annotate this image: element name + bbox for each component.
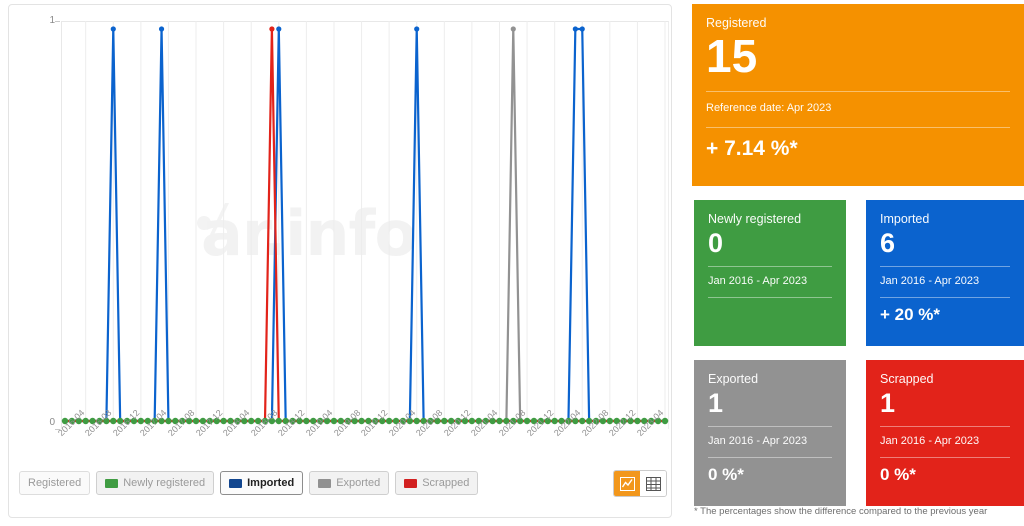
legend-label: Exported [336,477,381,489]
legend-label: Scrapped [422,477,470,489]
legend-item-newly-registered[interactable]: Newly registered [96,471,215,495]
card-exported-title: Exported [708,372,759,386]
card-scrapped-percent: 0 %* [880,465,916,484]
divider [708,266,832,267]
y-tick-mark-top [55,21,60,22]
chart-series-layer [65,26,665,423]
card-registered-value: 15 [706,30,758,82]
chart-gridlines [61,21,669,422]
footnote: * The percentages show the difference co… [694,506,988,517]
legend-item-imported[interactable]: Imported [220,471,304,495]
table-view-button[interactable] [640,471,666,496]
y-axis-tick-top: 1 [49,15,55,26]
legend-label: Registered [28,477,82,489]
legend-label: Imported [247,477,295,489]
legend-swatch-newly-registered [105,478,119,488]
card-imported[interactable]: Imported 6 Jan 2016 - Apr 2023 + 20 %* [866,200,1024,346]
card-scrapped-value: 1 [880,388,896,418]
legend-swatch-scrapped [404,478,418,488]
divider [880,297,1010,298]
divider [880,426,1010,427]
legend-label: Newly registered [123,477,206,489]
card-imported-title: Imported [880,212,930,226]
chart-panel: 1 0 ar.info 2016-04 2016-08 2016-12 2017-04… [8,4,672,518]
divider [708,457,832,458]
card-exported-percent: 0 %* [708,465,744,484]
chart-svg [61,21,669,425]
card-registered-percent: + 7.14 %* [706,137,798,160]
legend-swatch-exported [318,478,332,488]
card-newly-registered-date: Jan 2016 - Apr 2023 [708,275,808,287]
plot-area: 1 0 ar.info [31,11,671,430]
card-newly-registered[interactable]: Newly registered 0 Jan 2016 - Apr 2023 [694,200,846,346]
card-exported-value: 1 [708,388,724,418]
card-exported[interactable]: Exported 1 Jan 2016 - Apr 2023 0 %* [694,360,846,506]
chart-legend[interactable]: Registered Newly registered Imported Export… [19,471,484,497]
view-toggle-group[interactable] [613,470,667,497]
legend-item-registered[interactable]: Registered [19,471,91,495]
legend-item-exported[interactable]: Exported [309,471,390,495]
card-registered-title: Registered [706,16,767,30]
y-axis-tick-bottom: 0 [49,417,55,428]
legend-item-scrapped[interactable]: Scrapped [395,471,479,495]
card-registered-date: Reference date: Apr 2023 [706,102,832,114]
table-icon [645,476,661,491]
dashboard-root: 1 0 ar.info 2016-04 2016-08 2016-12 2017-04… [0,0,1024,526]
divider [708,297,832,298]
divider [706,91,1010,92]
card-registered[interactable]: Registered 15 Reference date: Apr 2023 +… [692,4,1024,186]
line-chart-icon [619,476,635,491]
card-scrapped[interactable]: Scrapped 1 Jan 2016 - Apr 2023 0 %* [866,360,1024,506]
card-imported-date: Jan 2016 - Apr 2023 [880,275,980,287]
card-scrapped-title: Scrapped [880,372,934,386]
card-newly-registered-value: 0 [708,228,724,258]
card-scrapped-date: Jan 2016 - Apr 2023 [880,435,980,447]
card-imported-percent: + 20 %* [880,305,941,324]
legend-swatch-imported [229,478,243,488]
divider [706,127,1010,128]
card-newly-registered-title: Newly registered [708,212,802,226]
stat-cards: Registered 15 Reference date: Apr 2023 +… [692,4,1024,522]
card-exported-date: Jan 2016 - Apr 2023 [708,435,808,447]
x-axis-labels: 2016-04 2016-08 2016-12 2017-04 2017-08 2017-… [9,408,673,473]
chart-view-button[interactable] [614,471,640,496]
card-imported-value: 6 [880,228,896,258]
divider [880,266,1010,267]
divider [880,457,1010,458]
divider [708,426,832,427]
